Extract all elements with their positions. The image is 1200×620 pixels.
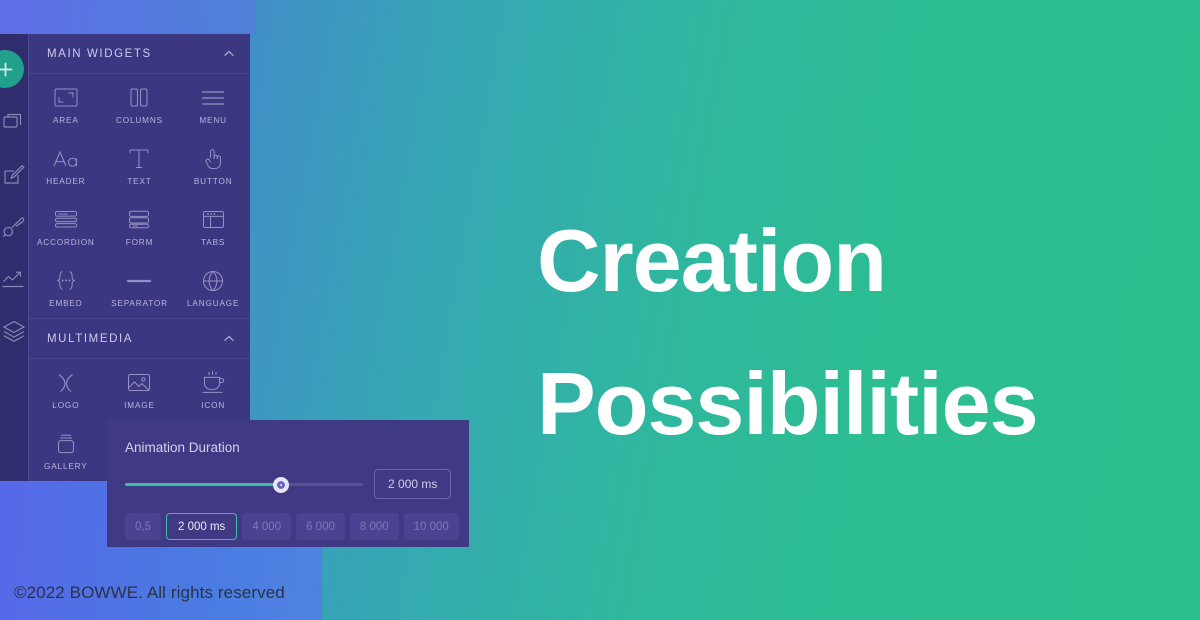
- hero-line-1: Creation: [537, 211, 887, 310]
- duration-preset-list: 0,5 2 000 ms 4 000 6 000 8 000 10 000: [125, 513, 459, 540]
- slider-track-fill: [125, 483, 281, 486]
- embed-braces-icon: [54, 268, 78, 294]
- layers-icon: [1, 318, 27, 344]
- section-title: MULTIMEDIA: [47, 332, 134, 345]
- sidebar-item-pages[interactable]: [1, 110, 27, 136]
- widget-label: ACCORDION: [36, 237, 95, 247]
- hero-line-2: Possibilities: [537, 353, 1039, 453]
- duration-preset-4[interactable]: 8 000: [349, 513, 399, 540]
- section-title: MAIN WIDGETS: [47, 47, 152, 60]
- widget-label: FORM: [125, 237, 154, 247]
- widget-label: EMBED: [49, 298, 83, 308]
- slider-thumb[interactable]: [273, 477, 289, 493]
- widget-separator[interactable]: SEPARATOR: [103, 257, 177, 318]
- widget-label: MENU: [199, 115, 227, 125]
- chevron-up-icon[interactable]: [222, 47, 236, 61]
- widget-label: LOGO: [52, 400, 80, 410]
- copyright-notice: ©2022 BOWWE. All rights reserved: [14, 583, 285, 602]
- columns-icon: [128, 85, 150, 111]
- widget-gallery[interactable]: GALLERY: [29, 420, 103, 481]
- accordion-icon: [54, 207, 78, 233]
- menu-lines-icon: [201, 85, 225, 111]
- sidebar-item-layers[interactable]: [1, 318, 27, 344]
- screenshot-stage: MAIN WIDGETS AREA COLUMNS MENU HEADER TE…: [0, 0, 1200, 620]
- widget-accordion[interactable]: ACCORDION: [29, 196, 103, 257]
- animation-duration-panel: Animation Duration 2 000 ms 0,5 2 000 ms…: [107, 420, 469, 547]
- left-icon-rail: [0, 34, 28, 481]
- hero-heading: Creation Possibilities: [537, 190, 1157, 475]
- slider-row: 2 000 ms: [125, 469, 451, 499]
- tabs-window-icon: [202, 207, 225, 233]
- widget-logo[interactable]: LOGO: [29, 359, 103, 420]
- widgets-panel: MAIN WIDGETS AREA COLUMNS MENU HEADER TE…: [28, 34, 250, 481]
- widget-text[interactable]: TEXT: [103, 135, 177, 196]
- widget-tabs[interactable]: TABS: [176, 196, 250, 257]
- section-header-main-widgets[interactable]: MAIN WIDGETS: [29, 34, 250, 74]
- duration-preset-5[interactable]: 10 000: [403, 513, 459, 540]
- coffee-cup-icon: [201, 370, 225, 396]
- duration-preset-3[interactable]: 6 000: [296, 513, 345, 540]
- widget-columns[interactable]: COLUMNS: [103, 74, 177, 135]
- widget-button[interactable]: BUTTON: [176, 135, 250, 196]
- animation-duration-value[interactable]: 2 000 ms: [374, 469, 451, 499]
- edit-pencil-icon: [1, 162, 27, 188]
- analytics-trend-icon: [1, 266, 27, 292]
- pages-icon: [1, 110, 27, 136]
- widget-header[interactable]: HEADER: [29, 135, 103, 196]
- widget-form[interactable]: FORM: [103, 196, 177, 257]
- section-header-multimedia[interactable]: MULTIMEDIA: [29, 319, 250, 359]
- widget-icon[interactable]: ICON: [176, 359, 250, 420]
- header-aa-icon: [52, 146, 80, 172]
- widget-language[interactable]: LANGUAGE: [176, 257, 250, 318]
- globe-icon: [202, 268, 224, 294]
- widget-label: GALLERY: [44, 461, 88, 471]
- widget-label: SEPARATOR: [111, 298, 168, 308]
- widget-label: TABS: [201, 237, 226, 247]
- chevron-up-icon[interactable]: [222, 332, 236, 346]
- widget-label: ICON: [201, 400, 226, 410]
- sidebar-item-design[interactable]: [1, 214, 27, 240]
- duration-preset-2[interactable]: 4 000: [242, 513, 292, 540]
- sidebar-item-edit[interactable]: [1, 162, 27, 188]
- gallery-jar-icon: [55, 431, 77, 457]
- duration-preset-0[interactable]: 0,5: [125, 513, 161, 540]
- separator-line-icon: [126, 268, 152, 294]
- widget-label: AREA: [52, 115, 79, 125]
- widget-menu[interactable]: MENU: [176, 74, 250, 135]
- animation-duration-label: Animation Duration: [125, 440, 240, 455]
- logo-icon: [55, 370, 77, 396]
- sidebar-item-analytics[interactable]: [1, 266, 27, 292]
- image-picture-icon: [127, 370, 151, 396]
- animation-duration-slider[interactable]: [125, 474, 363, 494]
- canvas-block-top: [0, 0, 256, 34]
- rail-icon-list: [0, 110, 28, 344]
- widget-label: BUTTON: [193, 176, 233, 186]
- widget-embed[interactable]: EMBED: [29, 257, 103, 318]
- widget-image[interactable]: IMAGE: [103, 359, 177, 420]
- plus-icon: [0, 61, 14, 78]
- paint-brush-icon: [1, 214, 27, 240]
- widget-label: HEADER: [46, 176, 86, 186]
- button-pointer-icon: [203, 146, 223, 172]
- widget-area[interactable]: AREA: [29, 74, 103, 135]
- widget-label: COLUMNS: [116, 115, 163, 125]
- duration-preset-1[interactable]: 2 000 ms: [166, 513, 238, 540]
- widget-label: TEXT: [127, 176, 152, 186]
- widget-grid-main: AREA COLUMNS MENU HEADER TEXT BUTTON ACC…: [29, 74, 250, 318]
- area-icon: [54, 85, 78, 111]
- form-icon: [128, 207, 150, 233]
- add-element-button[interactable]: [0, 50, 24, 88]
- widget-label: LANGUAGE: [187, 298, 240, 308]
- widget-label: IMAGE: [124, 400, 155, 410]
- text-t-icon: [128, 146, 150, 172]
